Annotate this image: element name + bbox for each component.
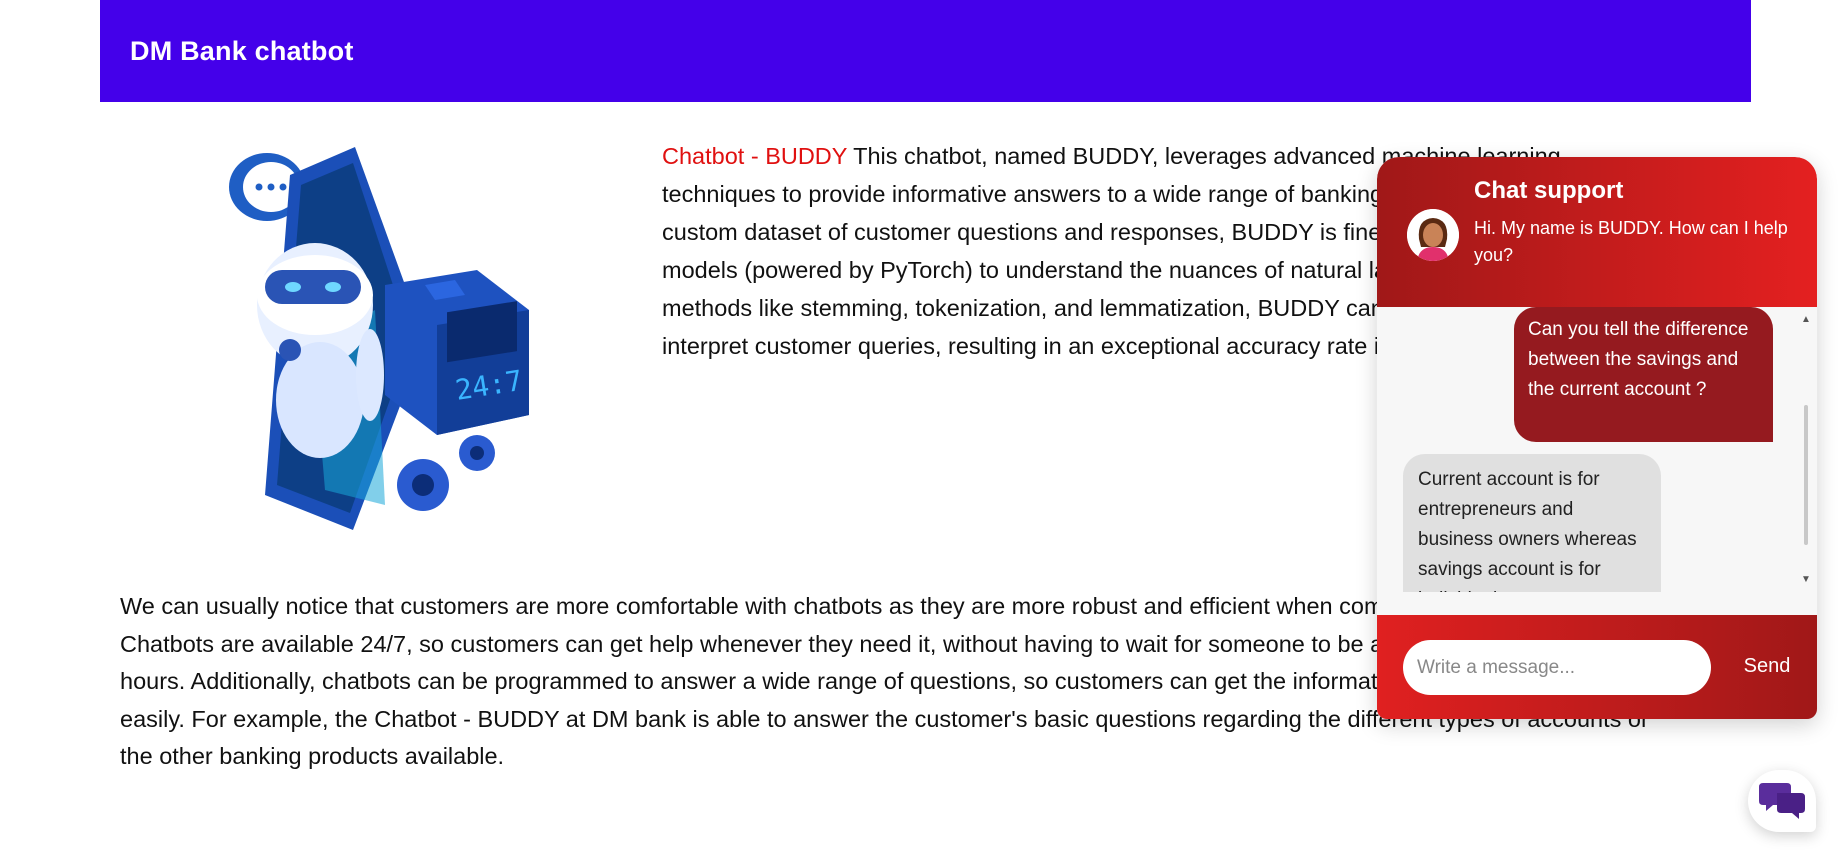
site-title: DM Bank chatbot: [130, 35, 354, 66]
message-list[interactable]: Can you tell the difference between the …: [1377, 307, 1817, 592]
bot-message: Current account is for entrepreneurs and…: [1403, 454, 1661, 592]
message-scrollbar[interactable]: ▲ ▼: [1801, 315, 1811, 585]
scroll-thumb[interactable]: [1804, 405, 1808, 545]
scroll-down-icon[interactable]: ▼: [1801, 575, 1811, 585]
brand-name: Chatbot - BUDDY: [662, 143, 848, 169]
woman-avatar-icon: [1407, 209, 1459, 261]
message-input[interactable]: [1403, 640, 1711, 695]
send-button[interactable]: Send: [1732, 646, 1802, 686]
top-navbar: DM Bank chatbot: [100, 0, 1751, 102]
chat-title: Chat support: [1474, 177, 1624, 204]
chat-bubbles-icon: [1759, 779, 1805, 824]
chat-widget: Chat support Hi. My name is BUDDY. How c…: [1377, 157, 1817, 719]
chat-header: Chat support Hi. My name is BUDDY. How c…: [1377, 157, 1817, 307]
chat-launcher-button[interactable]: [1748, 770, 1816, 832]
user-message: Can you tell the difference between the …: [1514, 307, 1773, 442]
chat-footer: Send: [1377, 615, 1817, 719]
chatbot-illustration: 24:7: [215, 135, 540, 530]
scroll-up-icon[interactable]: ▲: [1801, 315, 1811, 325]
chat-greeting: Hi. My name is BUDDY. How can I help you…: [1474, 218, 1788, 265]
